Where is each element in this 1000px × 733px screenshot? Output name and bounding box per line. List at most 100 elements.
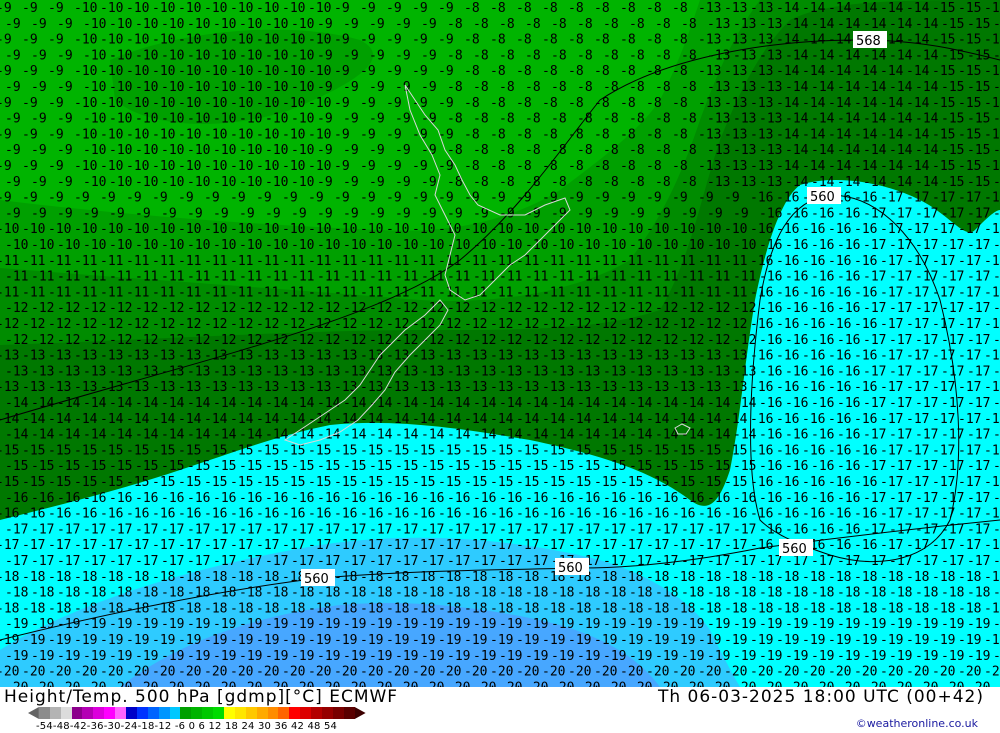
temperature-label: -13 <box>620 349 643 364</box>
temperature-label: -9 <box>48 191 64 206</box>
temperature-label: -17 <box>967 270 990 285</box>
temperature-label: -9 <box>0 159 12 174</box>
temperature-label: -13 <box>603 364 626 379</box>
temperature-label: -20 <box>31 680 54 687</box>
temperature-label: -18 <box>993 586 1000 601</box>
temperature-label: -14 <box>811 48 835 63</box>
temperature-label: -17 <box>603 522 626 537</box>
temperature-label: -14 <box>889 175 913 190</box>
temperature-label: -12 <box>5 301 28 316</box>
temperature-label: -16 <box>473 491 496 506</box>
temperature-label: -19 <box>525 649 548 664</box>
temperature-label: -17 <box>941 428 964 443</box>
temperature-label: -13 <box>48 349 71 364</box>
temperature-label: -14 <box>83 396 107 411</box>
temperature-label: -19 <box>213 649 236 664</box>
temperature-label: -13 <box>31 364 54 379</box>
temperature-label: -10 <box>187 238 210 253</box>
temperature-label: -9 <box>707 206 723 221</box>
temperature-label: -19 <box>161 617 184 632</box>
temperature-label: -13 <box>655 364 678 379</box>
temperature-label: -8 <box>672 1 688 16</box>
temperature-label: -20 <box>854 665 877 680</box>
temperature-label: -18 <box>5 586 28 601</box>
temperature-label: -15 <box>204 475 227 490</box>
temperature-label: -15 <box>83 459 106 474</box>
temperature-label: -17 <box>915 270 938 285</box>
temperature-label: -17 <box>594 538 617 553</box>
temperature-label: -18 <box>412 601 435 616</box>
temperature-label: -8 <box>447 48 463 63</box>
temperature-label: -17 <box>958 507 981 522</box>
temperature-label: -18 <box>438 601 461 616</box>
temperature-label: -16 <box>802 475 825 490</box>
legend-swatch <box>136 707 148 719</box>
temperature-label: -19 <box>109 617 132 632</box>
temperature-label: -18 <box>48 570 71 585</box>
temperature-label: -20 <box>438 665 461 680</box>
temperature-label: -9 <box>308 191 324 206</box>
temperature-label: -14 <box>854 127 878 142</box>
temperature-label: -16 <box>57 491 80 506</box>
temperature-label: -17 <box>967 396 990 411</box>
temperature-label: -9 <box>421 17 437 32</box>
temperature-label: -11 <box>681 270 704 285</box>
temperature-label: -18 <box>802 601 825 616</box>
temperature-label: -14 <box>239 396 263 411</box>
temperature-label: -19 <box>178 633 201 648</box>
temperature-label: -13 <box>646 380 669 395</box>
temperature-label: -19 <box>213 617 236 632</box>
map-canvas: -9-9-9-10-10-10-10-10-10-10-10-10-10-9-9… <box>0 0 1000 687</box>
temperature-label: -16 <box>785 396 808 411</box>
temperature-label: -16 <box>802 254 825 269</box>
temperature-label: -18 <box>698 570 721 585</box>
temperature-label: -10 <box>161 112 184 127</box>
temperature-label: -10 <box>681 238 704 253</box>
temperature-label: -10 <box>724 222 747 237</box>
temperature-label: -12 <box>473 301 496 316</box>
legend-swatch <box>343 707 355 719</box>
temperature-label: -15 <box>698 443 721 458</box>
temperature-label: -16 <box>48 507 71 522</box>
temperature-label: -19 <box>603 649 626 664</box>
temperature-label: -13 <box>577 364 600 379</box>
temperature-label: -10 <box>152 159 175 174</box>
temperature-label: -9 <box>317 206 333 221</box>
temperature-label: -9 <box>421 175 437 190</box>
temperature-label: -11 <box>412 254 435 269</box>
temperature-label: -9 <box>343 175 359 190</box>
temperature-label: -11 <box>31 270 54 285</box>
temperature-label: -17 <box>334 538 357 553</box>
temperature-label: -18 <box>655 586 678 601</box>
temperature-label: -19 <box>360 633 383 648</box>
temperature-label: -15 <box>967 48 990 63</box>
temperature-label: -9 <box>369 175 385 190</box>
temperature-label: -20 <box>733 680 756 687</box>
temperature-label: -8 <box>516 1 532 16</box>
temperature-label: -18 <box>256 570 279 585</box>
temperature-label: -13 <box>178 349 201 364</box>
temperature-label: -13 <box>698 159 721 174</box>
temperature-label: -14 <box>516 412 540 427</box>
temperature-label: -13 <box>5 364 28 379</box>
temperature-label: -17 <box>863 333 886 348</box>
temperature-label: -15 <box>967 17 990 32</box>
temperature-label: -20 <box>724 665 747 680</box>
temperature-label: -16 <box>577 491 600 506</box>
temperature-label: -15 <box>412 443 435 458</box>
temperature-label: -13 <box>360 349 383 364</box>
temperature-label: -11 <box>265 270 288 285</box>
temperature-label: -11 <box>230 254 253 269</box>
temperature-label: -17 <box>438 538 461 553</box>
temperature-label: -19 <box>421 649 444 664</box>
temperature-label: -11 <box>282 285 305 300</box>
temperature-label: -10 <box>291 80 314 95</box>
temperature-label: -14 <box>135 396 159 411</box>
temperature-label: -17 <box>889 333 912 348</box>
temperature-label: -14 <box>776 1 800 16</box>
temperature-label: -8 <box>577 17 593 32</box>
temperature-label: -19 <box>490 633 513 648</box>
temperature-label: -19 <box>256 633 279 648</box>
temperature-label: -16 <box>837 522 860 537</box>
temperature-label: -18 <box>230 601 253 616</box>
